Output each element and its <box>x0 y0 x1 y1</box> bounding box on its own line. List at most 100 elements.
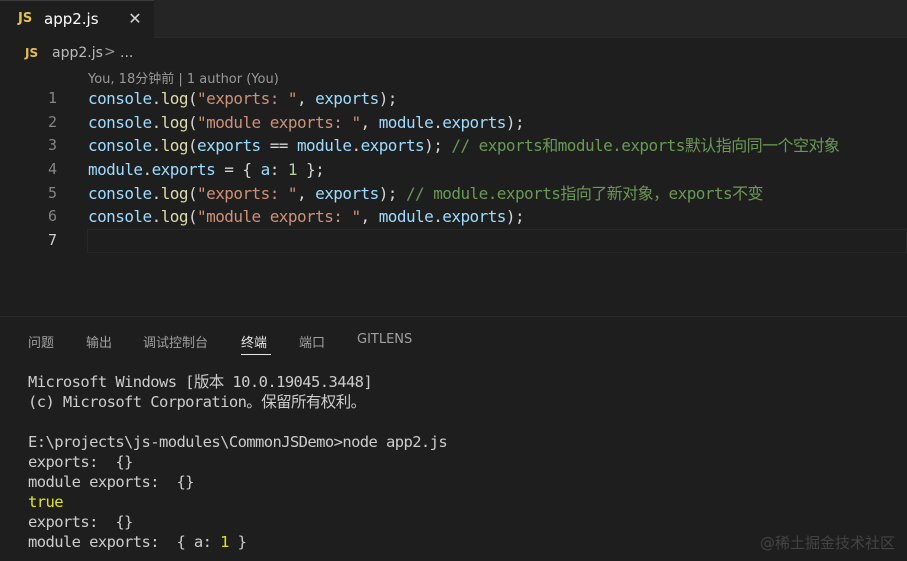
code-token: console <box>88 136 152 156</box>
terminal-text: exports: {} <box>28 513 133 531</box>
terminal-line: module exports: { a: 1 } <box>28 532 447 552</box>
code-token: "module exports: " <box>197 112 361 132</box>
line-number: 6 <box>47 207 57 226</box>
code-token: exports <box>360 136 425 156</box>
terminal-text: exports: {} <box>28 453 133 471</box>
javascript-file-icon: JS <box>18 11 33 26</box>
line-number: 4 <box>47 160 57 179</box>
code-token: exports <box>315 89 379 108</box>
code-token: . <box>142 160 153 180</box>
code-token: ( <box>187 89 198 108</box>
line-number: 5 <box>47 183 57 202</box>
panel-tab[interactable]: 终端 <box>241 332 267 351</box>
code-token: log <box>160 136 189 156</box>
panel-tab[interactable]: 调试控制台 <box>143 332 208 351</box>
gitlens-codelens[interactable]: You, 18分钟前 | 1 author (You) <box>88 68 279 87</box>
breadcrumb-symbols[interactable]: ... <box>120 45 133 61</box>
panel-tab[interactable]: 问题 <box>28 332 54 351</box>
terminal-line: exports: {} <box>28 512 447 532</box>
terminal-line: true <box>28 492 447 512</box>
breadcrumb-file[interactable]: app2.js <box>52 45 103 61</box>
code-token: 1 <box>287 160 298 180</box>
code-token: a <box>260 160 271 180</box>
code-token: ); <box>378 89 398 108</box>
panel-tab[interactable]: 端口 <box>299 332 325 351</box>
code-editor[interactable]: 1 console.log("exports: ", exports); 2 cons… <box>0 87 907 253</box>
line-code[interactable]: console.log("exports: ", exports); <box>88 87 397 111</box>
terminal-line: Microsoft Windows [版本 10.0.19045.3448] <box>28 372 447 392</box>
code-token: // module.exports指向了新对象，exports不变 <box>396 183 764 203</box>
code-token: . <box>433 207 443 227</box>
code-line[interactable]: 7 <box>0 229 907 253</box>
code-token: console <box>88 112 152 132</box>
code-token: ); <box>424 136 443 156</box>
code-token: , <box>296 183 316 203</box>
code-token: == <box>260 136 297 156</box>
code-token: exports <box>442 207 506 227</box>
terminal-text: module exports: {} <box>28 473 195 491</box>
code-token: ( <box>187 112 198 132</box>
code-line[interactable]: 5 console.log("exports: ", exports); // m… <box>0 182 907 206</box>
line-number: 7 <box>47 231 57 250</box>
code-token: exports <box>151 160 216 180</box>
code-token: module <box>378 112 434 132</box>
code-token: "exports: " <box>197 183 297 203</box>
terminal-text: true <box>28 493 64 511</box>
terminal-line: module exports: {} <box>28 472 447 492</box>
terminal-line: exports: {} <box>28 452 447 472</box>
code-token: log <box>160 183 189 203</box>
line-code[interactable]: console.log("module exports: ", module.e… <box>88 205 525 229</box>
code-token: "module exports: " <box>197 207 361 227</box>
active-tab-indicator <box>241 354 271 355</box>
code-token: . <box>433 112 443 132</box>
code-token: console <box>88 207 152 227</box>
terminal-output[interactable]: Microsoft Windows [版本 10.0.19045.3448] (c… <box>28 372 448 552</box>
close-icon[interactable]: ✕ <box>125 8 145 30</box>
code-token: ( <box>187 183 198 203</box>
tab-app2-js[interactable]: JS app2.js ✕ <box>0 0 154 38</box>
terminal-line: (c) Microsoft Corporation。保留所有权利。 <box>28 392 447 412</box>
javascript-file-icon: JS <box>25 46 39 60</box>
panel-divider <box>0 316 907 317</box>
line-number: 2 <box>47 112 57 131</box>
chevron-right-icon: > <box>104 44 116 60</box>
code-token: ( <box>187 207 198 227</box>
panel-tab[interactable]: 输出 <box>86 332 112 351</box>
code-token: . <box>151 183 162 203</box>
code-token: module <box>378 207 434 227</box>
panel-tab[interactable]: GITLENS <box>357 332 412 347</box>
code-token: console <box>88 183 152 203</box>
code-token: ); <box>505 112 525 132</box>
code-token: . <box>151 112 162 132</box>
terminal-text: module exports: { a: <box>28 533 221 551</box>
code-token: = { <box>215 160 261 180</box>
panel-tab-bar: 问题 输出 调试控制台 终端 端口 GITLENS <box>0 326 907 356</box>
code-token: , <box>360 207 379 227</box>
line-code[interactable]: console.log("exports: ", exports); // mo… <box>88 182 764 206</box>
tab-title[interactable]: app2.js <box>44 10 99 28</box>
code-token: // exports和module.exports默认指向同一个空对象 <box>442 136 840 156</box>
line-code[interactable]: console.log("module exports: ", module.e… <box>88 111 525 135</box>
line-code[interactable]: console.log(exports == module.exports); … <box>88 134 840 158</box>
terminal-text: 1 <box>220 533 229 551</box>
code-line[interactable]: 2 console.log("module exports: ", module.… <box>0 111 907 135</box>
code-token: ( <box>187 136 198 156</box>
line-code[interactable]: module.exports = { a: 1 }; <box>88 158 325 182</box>
code-token: . <box>151 136 162 156</box>
code-token: : <box>269 160 288 180</box>
code-line[interactable]: 3 console.log(exports == module.exports);… <box>0 134 907 158</box>
terminal-text: E:\projects\js-modules\CommonJSDemo>node… <box>28 433 448 451</box>
current-line-highlight <box>87 229 907 253</box>
code-line[interactable]: 1 console.log("exports: ", exports); <box>0 87 907 111</box>
code-token: exports <box>442 112 506 132</box>
code-token: log <box>160 89 189 108</box>
code-token: log <box>160 207 189 227</box>
code-token: module <box>88 160 143 180</box>
code-line[interactable]: 4 module.exports = { a: 1 }; <box>0 158 907 182</box>
code-token: }; <box>296 160 325 180</box>
code-token: exports <box>197 136 261 156</box>
code-line[interactable]: 6 console.log("module exports: ", module.… <box>0 205 907 229</box>
terminal-line: E:\projects\js-modules\CommonJSDemo>node… <box>28 432 448 452</box>
code-token: ); <box>378 183 398 203</box>
